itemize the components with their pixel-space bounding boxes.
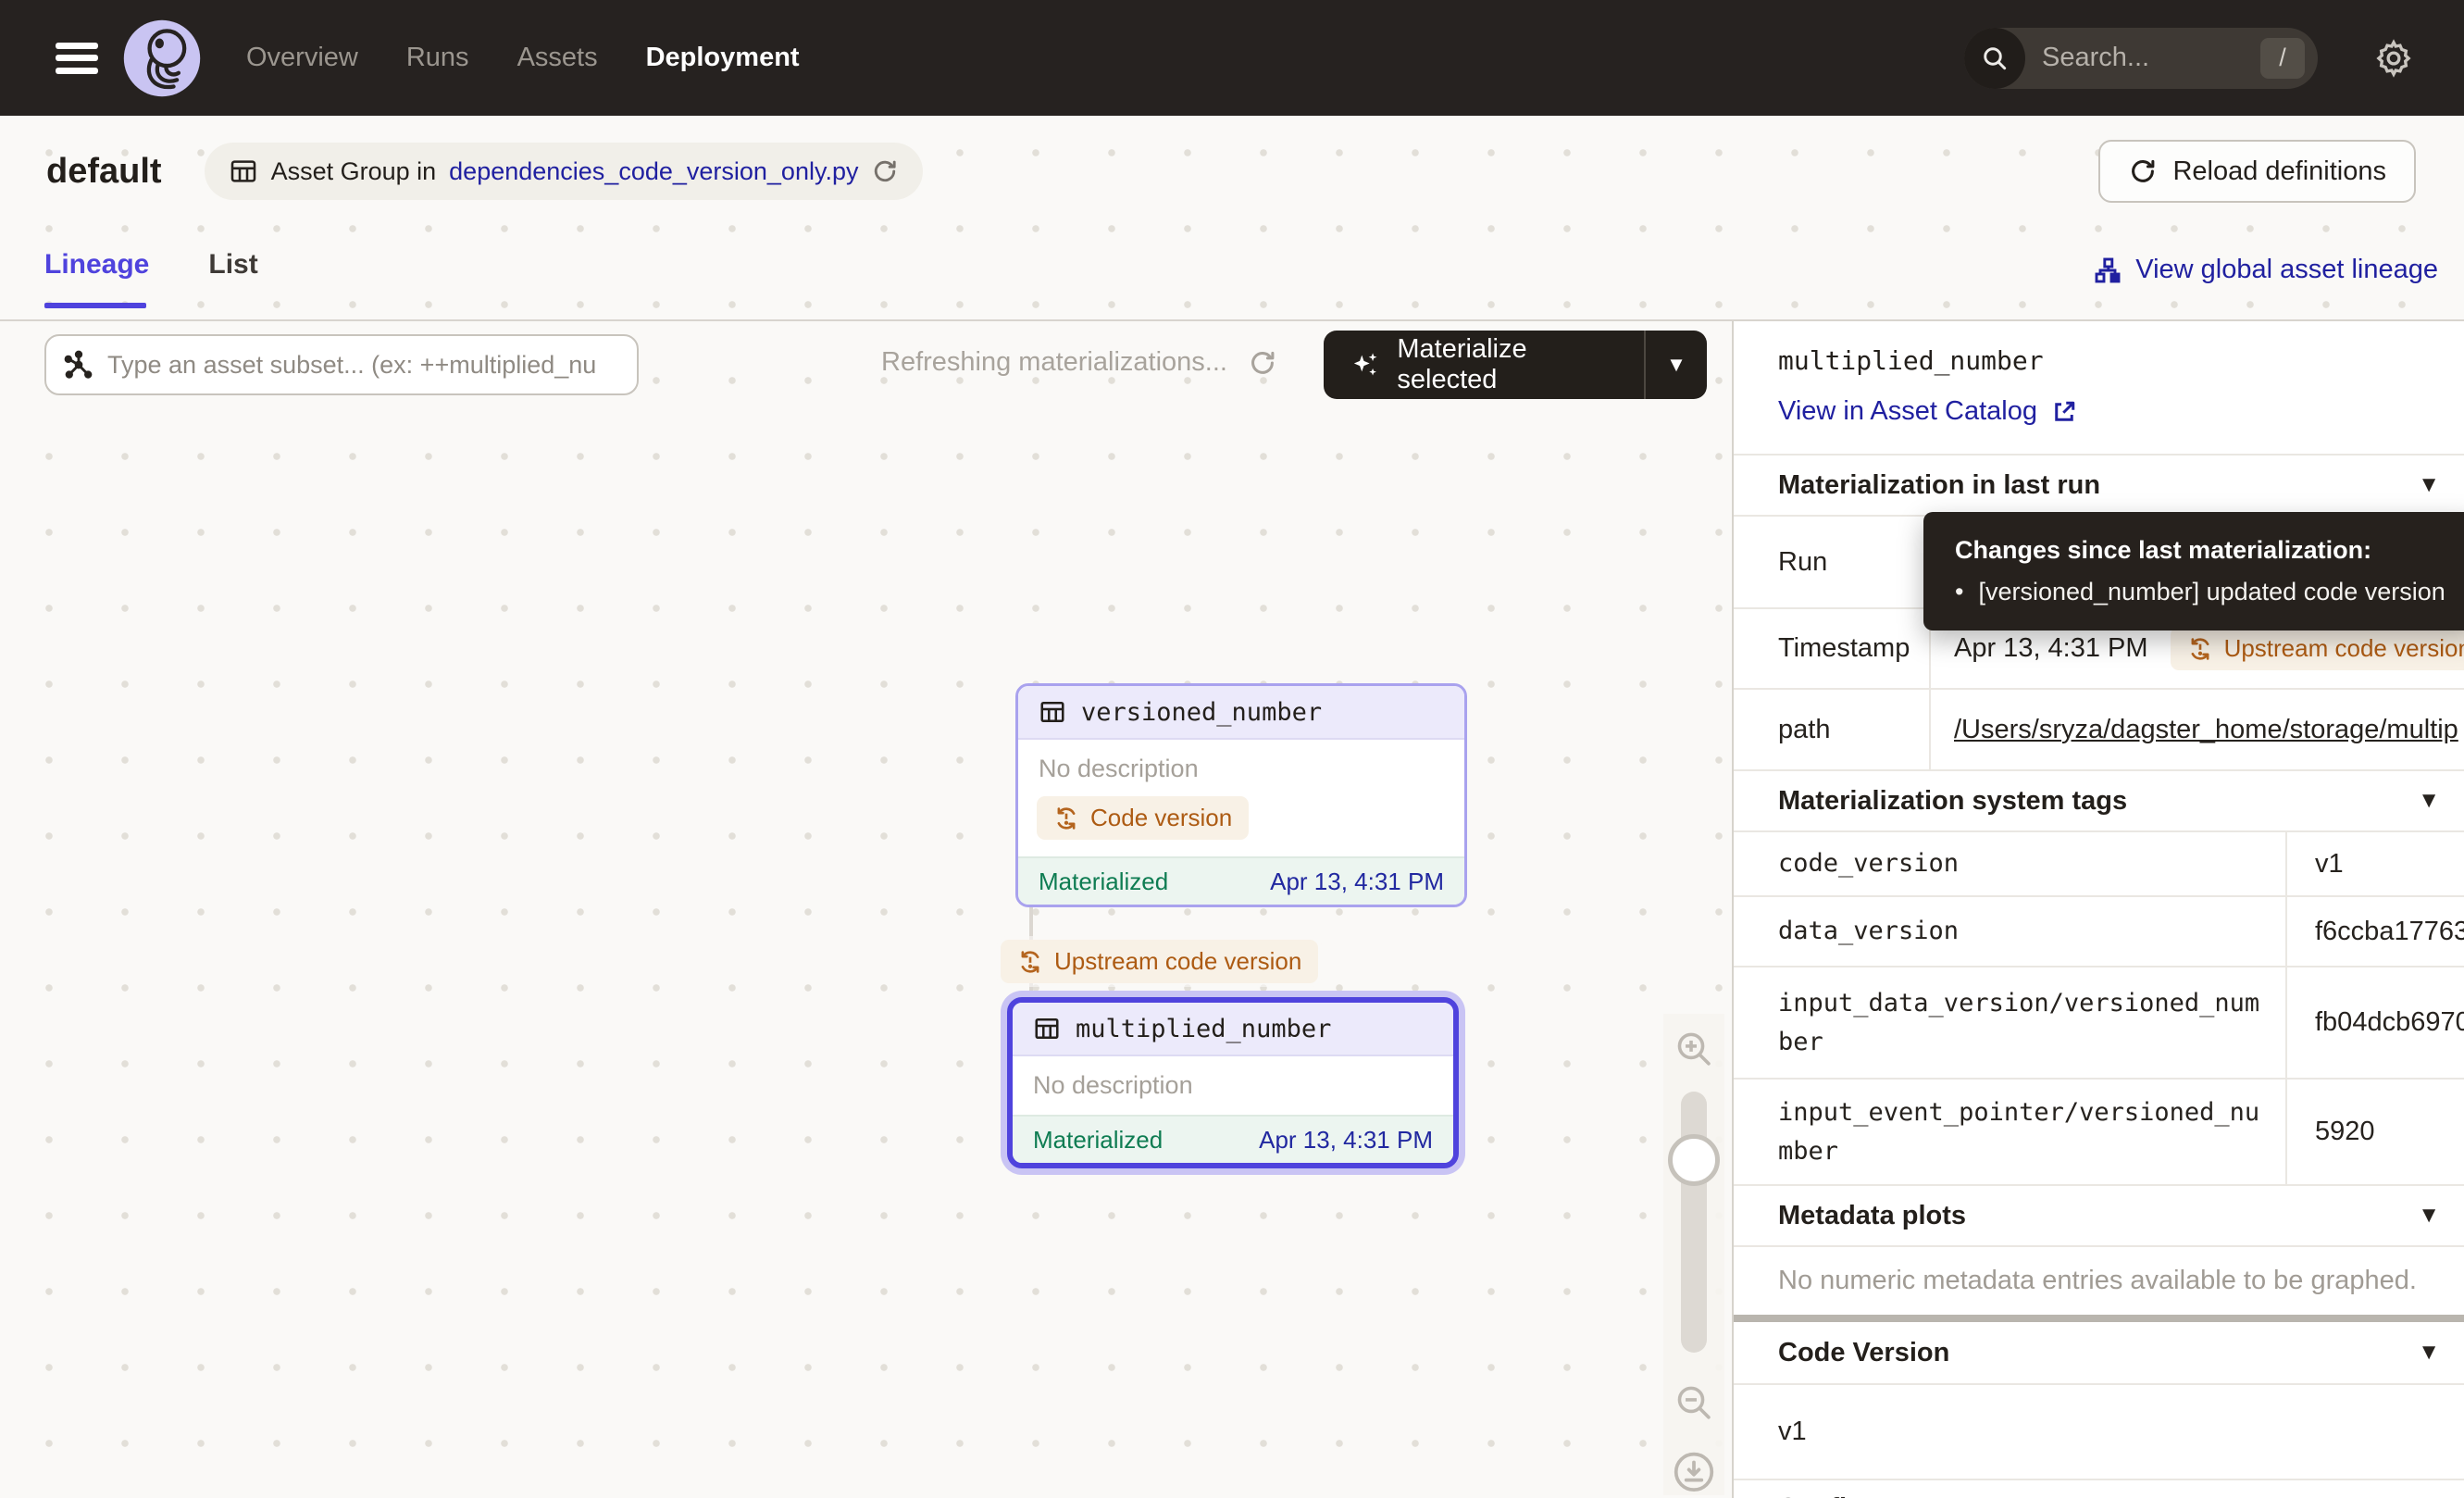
section-config[interactable]: Config: [1734, 1479, 2464, 1498]
page-title: default: [46, 152, 162, 192]
section-materialization-in-last-run[interactable]: Materialization in last run ▼: [1734, 454, 2464, 515]
asset-group-breadcrumb: Asset Group in dependencies_code_version…: [205, 143, 924, 200]
changes-tooltip: Changes since last materialization: • [v…: [1923, 512, 2464, 630]
code-version-changed-icon: [2187, 636, 2213, 662]
code-version-changed-icon: [1017, 949, 1043, 975]
path-value-link[interactable]: /Users/sryza/dagster_home/storage/multip: [1954, 715, 2458, 745]
nav-item-assets[interactable]: Assets: [517, 43, 598, 73]
lineage-graph-canvas[interactable]: Refreshing materializations... Materiali…: [0, 321, 1732, 1498]
code-version-warning-tag[interactable]: Code version: [1037, 796, 1249, 840]
asset-name: versioned_number: [1081, 698, 1322, 727]
timestamp-label: Timestamp: [1734, 609, 1931, 688]
search-input[interactable]: Search... /: [1964, 28, 2318, 89]
collapse-caret-icon[interactable]: ▼: [2418, 788, 2440, 814]
top-nav: Overview Runs Assets Deployment Search..…: [0, 0, 2464, 116]
asset-subset-filter[interactable]: [44, 334, 639, 395]
materialized-status: Materialized: [1033, 1126, 1163, 1155]
collapse-caret-icon[interactable]: ▼: [2418, 1203, 2440, 1229]
materialize-selected-button[interactable]: Materialize selected ▼: [1324, 331, 1707, 399]
bullet: •: [1955, 578, 1963, 606]
tab-lineage[interactable]: Lineage: [44, 249, 149, 306]
table-grid-icon: [1039, 698, 1066, 726]
refresh-icon[interactable]: [871, 157, 899, 185]
path-row: path /Users/sryza/dagster_home/storage/m…: [1734, 688, 2464, 769]
search-placeholder: Search...: [2042, 43, 2260, 73]
settings-gear-icon[interactable]: [2373, 38, 2414, 79]
asset-description: No description: [1013, 1056, 1453, 1115]
zoom-in-icon[interactable]: [1672, 1027, 1716, 1071]
graph-filter-icon: [63, 349, 94, 381]
run-label: Run: [1734, 517, 1931, 607]
timestamp-value[interactable]: Apr 13, 4:31 PM: [1954, 633, 2148, 664]
view-global-asset-lineage-link[interactable]: View global asset lineage: [2093, 255, 2438, 285]
primary-nav: Overview Runs Assets Deployment: [246, 43, 800, 73]
view-in-asset-catalog-link[interactable]: View in Asset Catalog: [1778, 396, 2078, 427]
search-icon: [1964, 28, 2025, 89]
zoom-controls: [1663, 1014, 1724, 1495]
asset-details-panel: multiplied_number View in Asset Catalog …: [1732, 321, 2464, 1498]
materialized-timestamp[interactable]: Apr 13, 4:31 PM: [1270, 868, 1444, 896]
collapse-caret-icon[interactable]: ▼: [2418, 1340, 2440, 1366]
section-metadata-plots[interactable]: Metadata plots ▼: [1734, 1184, 2464, 1245]
section-code-version[interactable]: Code Version ▼: [1734, 1322, 2464, 1383]
page-header: default Asset Group in dependencies_code…: [0, 116, 2464, 227]
nav-item-deployment[interactable]: Deployment: [646, 43, 800, 73]
table-grid-icon: [229, 156, 258, 186]
reload-definitions-button[interactable]: Reload definitions: [2098, 140, 2416, 203]
asset-name: multiplied_number: [1076, 1015, 1331, 1043]
collapse-caret-icon[interactable]: ▼: [2418, 472, 2440, 498]
metadata-plots-empty-message: No numeric metadata entries available to…: [1734, 1245, 2464, 1315]
asset-subset-input[interactable]: [107, 351, 620, 380]
search-shortcut-badge: /: [2260, 38, 2305, 79]
asset-description: No description: [1018, 740, 1464, 789]
tooltip-item: [versioned_number] updated code version: [1978, 578, 2445, 606]
download-image-icon[interactable]: [1671, 1449, 1717, 1495]
tooltip-title: Changes since last materialization:: [1955, 536, 2447, 565]
sparkle-icon: [1350, 347, 1382, 382]
materialized-status: Materialized: [1039, 868, 1168, 896]
materialized-timestamp[interactable]: Apr 13, 4:31 PM: [1259, 1126, 1433, 1155]
asset-node-versioned-number[interactable]: versioned_number No description Code ver…: [1015, 683, 1467, 907]
code-version-value: v1: [1734, 1383, 2464, 1479]
refreshing-status: Refreshing materializations...: [881, 347, 1277, 378]
table-grid-icon: [1033, 1015, 1061, 1042]
hamburger-menu-icon[interactable]: [56, 43, 98, 74]
upstream-code-version-tag[interactable]: Upstream code version: [2171, 627, 2464, 670]
panel-asset-title: multiplied_number: [1778, 345, 2464, 376]
nav-item-runs[interactable]: Runs: [406, 43, 469, 73]
section-materialization-system-tags[interactable]: Materialization system tags ▼: [1734, 769, 2464, 830]
table-row: code_version v1: [1734, 830, 2464, 895]
tab-list[interactable]: List: [208, 249, 257, 306]
table-row: data_version f6ccba177638: [1734, 895, 2464, 966]
panel-splitter-handle[interactable]: [1734, 1315, 2464, 1322]
table-row: input_event_pointer/versioned_number 592…: [1734, 1078, 2464, 1184]
upstream-code-version-tag[interactable]: Upstream code version: [1001, 940, 1318, 983]
dagster-logo-icon[interactable]: [122, 19, 202, 98]
table-row: input_data_version/versioned_number fb04…: [1734, 966, 2464, 1078]
tab-bar: Lineage List View global asset lineage: [0, 227, 2464, 321]
code-file-link[interactable]: dependencies_code_version_only.py: [449, 157, 858, 186]
refresh-icon[interactable]: [1248, 348, 1277, 378]
asset-node-multiplied-number[interactable]: multiplied_number No description Materia…: [1007, 997, 1459, 1168]
zoom-out-icon[interactable]: [1672, 1380, 1716, 1425]
zoom-slider-handle[interactable]: [1668, 1134, 1720, 1186]
zoom-slider[interactable]: [1681, 1092, 1707, 1354]
external-link-icon: [2050, 398, 2078, 426]
path-label: path: [1734, 690, 1931, 769]
code-version-changed-icon: [1053, 805, 1079, 831]
asset-group-label: Asset Group in: [271, 157, 437, 186]
materialize-dropdown-caret[interactable]: ▼: [1646, 353, 1707, 377]
nav-item-overview[interactable]: Overview: [246, 43, 358, 73]
